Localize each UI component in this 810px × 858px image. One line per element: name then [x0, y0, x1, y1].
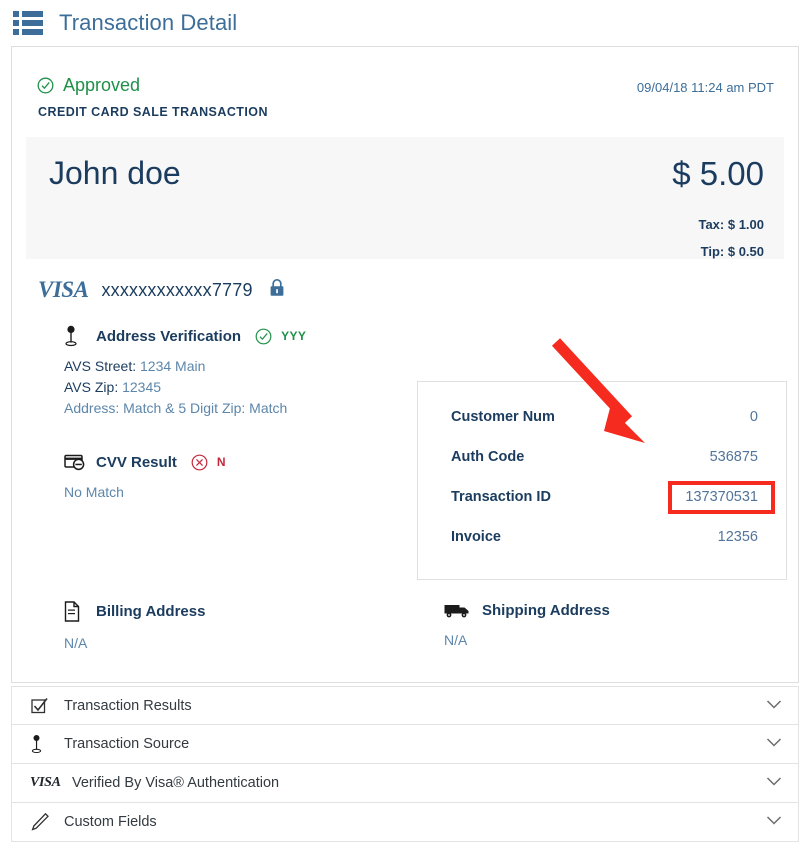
avs-result-code: YYY: [281, 329, 307, 343]
page-header: Transaction Detail: [0, 0, 810, 46]
circle-x-icon: [191, 454, 208, 471]
circle-check-icon: [255, 328, 272, 345]
address-verification-title: Address Verification: [96, 327, 242, 345]
circle-check-icon: [37, 77, 54, 94]
chevron-down-icon[interactable]: [766, 813, 782, 831]
avs-street-value: 1234 Main: [140, 358, 206, 374]
address-verification-header: Address Verification YYY: [64, 325, 392, 347]
invoice-value: 12356: [717, 529, 758, 545]
shipping-address-header: Shipping Address: [444, 601, 772, 619]
accordion-item-transaction-results[interactable]: Transaction Results: [11, 686, 799, 725]
accordion-label: Transaction Results: [64, 697, 192, 714]
table-row: Invoice 12356: [418, 517, 786, 557]
avs-zip-line: AVS Zip: 12345: [64, 377, 392, 398]
shipping-address-title: Shipping Address: [482, 601, 610, 619]
status-row: Approved 09/04/18 11:24 am PDT: [12, 47, 798, 96]
map-pin-icon: [30, 734, 60, 754]
checkbox-checked-icon: [30, 696, 60, 716]
avs-values: AVS Street: 1234 Main AVS Zip: 12345 Add…: [64, 356, 392, 419]
tip-amount: Tip: $ 0.50: [700, 244, 764, 259]
visa-logo-icon: VISA: [30, 775, 68, 791]
billing-address-title: Billing Address: [96, 603, 206, 620]
accordion-label: Transaction Source: [64, 736, 190, 752]
customer-num-label: Customer Num: [451, 409, 555, 425]
chevron-down-icon[interactable]: [766, 697, 782, 715]
truck-icon: [444, 601, 476, 619]
billing-address-header: Billing Address: [64, 601, 392, 622]
transaction-detail-box: Customer Num 0 Auth Code 536875 Transact…: [417, 381, 787, 580]
visa-logo-text: VISA: [30, 775, 61, 790]
amount-summary-band: John doe $ 5.00 Tax: $ 1.00 Tip: $ 0.50: [26, 137, 784, 259]
card-number: xxxxxxxxxxxx7779: [101, 279, 253, 300]
transaction-id-label: Transaction ID: [451, 489, 551, 505]
map-pin-icon: [64, 325, 90, 347]
shipping-address-value: N/A: [444, 632, 468, 648]
avs-street-line: AVS Street: 1234 Main: [64, 356, 392, 377]
table-row: Auth Code 536875: [418, 437, 786, 477]
invoice-label: Invoice: [451, 529, 501, 545]
accordion-item-custom-fields[interactable]: Custom Fields: [11, 803, 799, 842]
chevron-down-icon[interactable]: [766, 735, 782, 753]
accordion-list: Transaction Results Transaction Source V…: [11, 686, 799, 842]
left-column: Address Verification YYY AVS Street: 123…: [12, 319, 392, 502]
addresses-row: Billing Address N/A Shipping Address N/A: [12, 595, 798, 653]
table-row: Transaction ID 137370531: [418, 477, 786, 517]
customer-name: John doe: [49, 155, 181, 191]
accordion-label: Verified By Visa® Authentication: [72, 775, 280, 791]
transaction-amount: $ 5.00: [672, 155, 764, 192]
accordion-item-transaction-source[interactable]: Transaction Source: [11, 725, 799, 764]
cvv-result-code: N: [216, 455, 226, 469]
lock-icon: [269, 278, 285, 303]
grid-menu-icon[interactable]: [13, 11, 43, 35]
auth-code-label: Auth Code: [451, 449, 525, 465]
customer-num-value: 0: [749, 409, 758, 425]
chevron-down-icon[interactable]: [766, 774, 782, 792]
accordion-label: Custom Fields: [64, 814, 157, 830]
credit-card-icon: [64, 453, 90, 471]
transaction-id-value[interactable]: 137370531: [668, 480, 775, 514]
auth-code-value: 536875: [709, 449, 758, 465]
cvv-result-detail: No Match: [64, 484, 124, 500]
avs-street-label: AVS Street:: [64, 358, 137, 374]
status-label: Approved: [63, 75, 141, 95]
transaction-detail-panel: Approved 09/04/18 11:24 am PDT CREDIT CA…: [11, 46, 799, 683]
transaction-timestamp: 09/04/18 11:24 am PDT: [636, 80, 774, 95]
card-row: VISA xxxxxxxxxxxx7779: [12, 259, 798, 303]
status-badge: Approved: [37, 75, 140, 96]
billing-address-block: Billing Address N/A: [12, 595, 392, 653]
avs-zip-label: AVS Zip:: [64, 379, 119, 395]
table-row: Customer Num 0: [418, 397, 786, 437]
shipping-address-block: Shipping Address N/A: [392, 595, 772, 653]
pencil-icon: [30, 812, 60, 832]
transaction-type-label: CREDIT CARD SALE TRANSACTION: [38, 105, 268, 119]
cvv-result-header: CVV Result N: [64, 453, 392, 471]
avs-summary: Address: Match & 5 Digit Zip: Match: [64, 400, 288, 416]
billing-address-value: N/A: [64, 635, 88, 651]
avs-zip-value: 12345: [122, 379, 162, 395]
page-title: Transaction Detail: [59, 10, 238, 35]
cvv-result-title: CVV Result: [96, 453, 177, 471]
tax-amount: Tax: $ 1.00: [698, 217, 764, 232]
accordion-item-verified-by-visa[interactable]: VISA Verified By Visa® Authentication: [11, 764, 799, 803]
document-icon: [64, 601, 90, 622]
visa-logo-icon: VISA: [38, 277, 89, 302]
